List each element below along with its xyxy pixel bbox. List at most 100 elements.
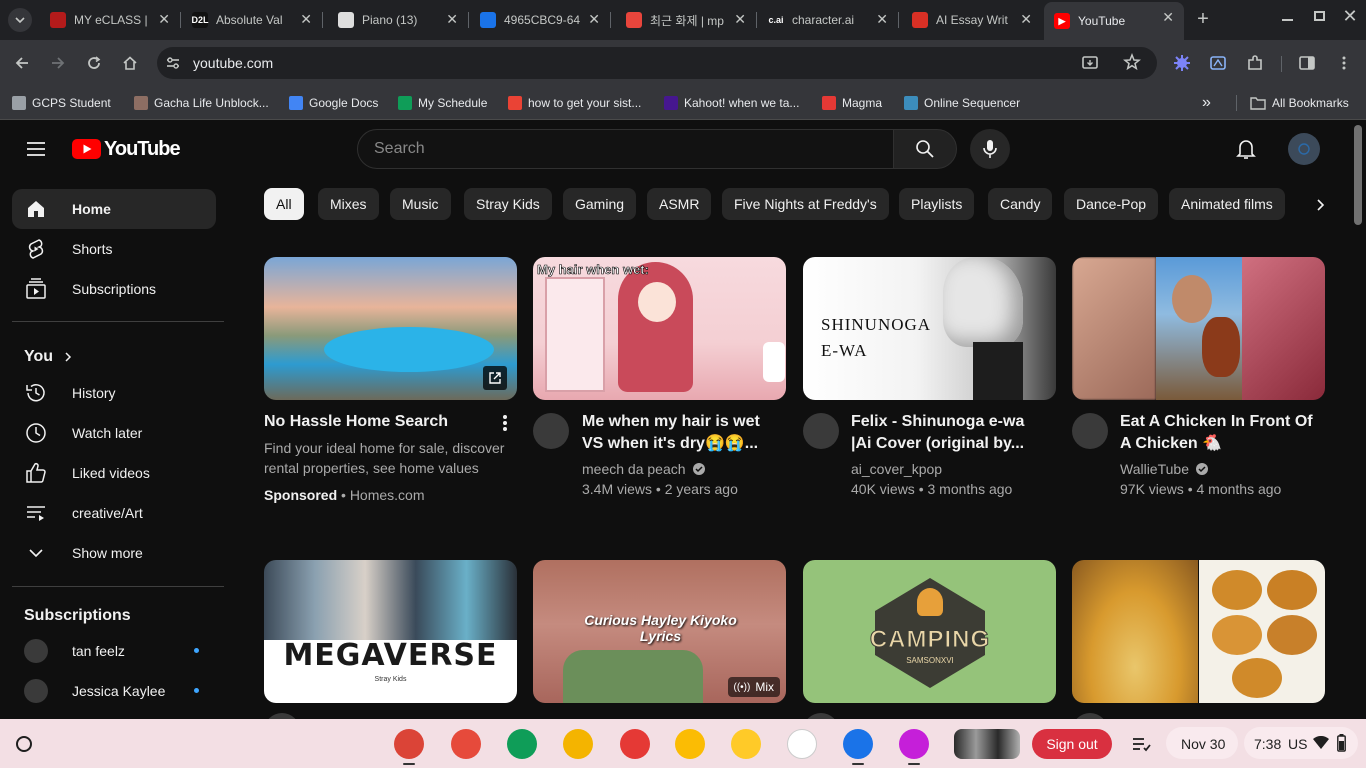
sidebar-item-subscriptions[interactable]: Subscriptions: [12, 269, 216, 309]
new-tab-button[interactable]: +: [1192, 8, 1214, 30]
bookmark-item[interactable]: Gacha Life Unblock...: [134, 93, 269, 113]
channel-avatar[interactable]: [533, 413, 569, 449]
channel-name-text[interactable]: meech da peach: [582, 459, 686, 479]
tab-close-icon[interactable]: ✕: [1020, 11, 1032, 28]
maximize-button[interactable]: [1310, 8, 1330, 28]
bookmark-item[interactable]: GCPS Student: [12, 93, 111, 113]
sidebar-item-home[interactable]: Home: [12, 189, 216, 229]
forward-button[interactable]: [45, 50, 71, 76]
clock-icon[interactable]: [620, 729, 650, 759]
page-scrollbar[interactable]: [1354, 125, 1362, 225]
youtube-logo[interactable]: YouTube: [72, 137, 181, 161]
video-menu-button[interactable]: [496, 413, 514, 433]
filter-chip[interactable]: Dance-Pop: [1064, 188, 1159, 220]
bookmark-item[interactable]: My Schedule: [398, 93, 487, 113]
clipboard-history-button[interactable]: [1130, 733, 1152, 755]
search-button[interactable]: [893, 129, 957, 169]
browser-tab[interactable]: AI Essay Writ ✕: [902, 4, 1042, 36]
all-bookmarks-button[interactable]: All Bookmarks: [1250, 93, 1349, 113]
filter-chip[interactable]: Five Nights at Freddy's: [722, 188, 889, 220]
browser-tab[interactable]: MY eCLASS | ✕: [40, 4, 180, 36]
browser-menu-button[interactable]: [1331, 50, 1357, 76]
video-thumbnail[interactable]: Curious Hayley Kiyoko Lyrics ((•)) Mix: [533, 560, 786, 703]
files-icon[interactable]: [843, 729, 873, 759]
tab-close-icon[interactable]: ✕: [876, 11, 888, 28]
channel-avatar[interactable]: [1072, 413, 1108, 449]
tab-search-button[interactable]: [8, 8, 32, 32]
bookmark-item[interactable]: Kahoot! when we ta...: [664, 93, 799, 113]
video-title[interactable]: Me when my hair is wet VS when it's dry😭…: [582, 411, 777, 455]
browser-tab[interactable]: ▶ YouTube ✕: [1044, 2, 1184, 40]
address-bar[interactable]: youtube.com: [157, 47, 1157, 79]
paint-icon[interactable]: [451, 729, 481, 759]
bookmark-star-icon[interactable]: [1123, 52, 1141, 71]
account-avatar[interactable]: [1288, 133, 1320, 165]
video-thumbnail[interactable]: [1072, 257, 1325, 400]
browser-tab[interactable]: 4965CBC9-64 ✕: [470, 4, 610, 36]
filter-chip[interactable]: Playlists: [899, 188, 975, 220]
drive-icon[interactable]: [563, 729, 593, 759]
tab-close-icon[interactable]: ✕: [158, 11, 170, 28]
browser-tab[interactable]: Piano (13) ✕: [328, 4, 468, 36]
pen-icon[interactable]: [787, 729, 817, 759]
sidebar-item-liked-videos[interactable]: Liked videos: [12, 453, 216, 493]
filter-chip[interactable]: Gaming: [563, 188, 637, 220]
video-thumbnail[interactable]: MEGAVERSE Stray Kids: [264, 560, 517, 703]
channel-name[interactable]: WallieTube: [1120, 459, 1209, 479]
gallery-icon[interactable]: [899, 729, 929, 759]
subscription-item[interactable]: Jessica Kaylee: [12, 671, 216, 711]
notifications-button[interactable]: [1234, 137, 1258, 161]
tab-close-icon[interactable]: ✕: [1162, 9, 1174, 26]
close-window-button[interactable]: ✕: [1340, 6, 1360, 26]
filter-chip[interactable]: ASMR: [647, 188, 712, 220]
tab-close-icon[interactable]: ✕: [300, 11, 312, 28]
sidebar-item-history[interactable]: History: [12, 373, 216, 413]
channel-name-text[interactable]: WallieTube: [1120, 459, 1189, 479]
chrome-icon[interactable]: [394, 729, 424, 759]
filter-chip[interactable]: Candy: [988, 188, 1053, 220]
video-thumbnail[interactable]: CAMPING SAMSONXVI: [803, 560, 1056, 703]
install-app-icon[interactable]: [1081, 54, 1099, 72]
search-input[interactable]: [357, 129, 894, 169]
tab-close-icon[interactable]: ✕: [588, 11, 600, 28]
extensions-button[interactable]: [1242, 50, 1268, 76]
guide-menu-button[interactable]: [24, 137, 48, 161]
bookmark-item[interactable]: Google Docs: [289, 93, 378, 113]
extension-button[interactable]: [1205, 50, 1231, 76]
site-info-icon[interactable]: [165, 55, 181, 71]
filter-chip[interactable]: All: [264, 188, 304, 220]
advertiser-name[interactable]: Homes.com: [350, 487, 425, 503]
sidebar-item-shorts[interactable]: Shorts: [12, 229, 216, 269]
bookmark-item[interactable]: Magma: [822, 93, 882, 113]
home-button[interactable]: [117, 50, 143, 76]
subscription-item[interactable]: tan feelz: [12, 631, 216, 671]
video-thumbnail[interactable]: SHINUNOGA E-WA: [803, 257, 1056, 400]
browser-tab[interactable]: 최근 화제 | mp ✕: [616, 4, 756, 36]
browser-tab[interactable]: D2L Absolute Val ✕: [182, 4, 322, 36]
reload-button[interactable]: [81, 50, 107, 76]
filter-chip[interactable]: Stray Kids: [464, 188, 552, 220]
sidebar-item-creative-art[interactable]: creative/Art: [12, 493, 216, 533]
tab-close-icon[interactable]: ✕: [734, 11, 746, 28]
filter-chip[interactable]: Animated films: [1169, 188, 1285, 220]
url-text[interactable]: youtube.com: [193, 55, 273, 71]
video-thumbnail[interactable]: [264, 257, 517, 400]
sidebar-item-show-more[interactable]: Show more: [12, 533, 216, 573]
video-title[interactable]: No Hassle Home Search: [264, 411, 494, 433]
sign-out-button[interactable]: Sign out: [1032, 729, 1112, 759]
sidebar-item-watch-later[interactable]: Watch later: [12, 413, 216, 453]
browser-tab[interactable]: c.ai character.ai ✕: [758, 4, 898, 36]
classroom-icon[interactable]: [507, 729, 537, 759]
channel-name[interactable]: ai_cover_kpop: [851, 459, 942, 479]
video-thumbnail[interactable]: [1072, 560, 1325, 703]
tote-photos[interactable]: [954, 729, 1020, 759]
voice-search-button[interactable]: [970, 129, 1010, 169]
back-button[interactable]: [9, 50, 35, 76]
chips-next-button[interactable]: [1306, 191, 1334, 219]
filter-chip[interactable]: Mixes: [318, 188, 379, 220]
channel-name[interactable]: meech da peach: [582, 459, 706, 479]
video-title[interactable]: Eat A Chicken In Front Of A Chicken 🐔: [1120, 411, 1320, 455]
filter-chip[interactable]: Music: [390, 188, 451, 220]
notes-icon[interactable]: [675, 729, 705, 759]
launcher-button[interactable]: [12, 732, 36, 756]
